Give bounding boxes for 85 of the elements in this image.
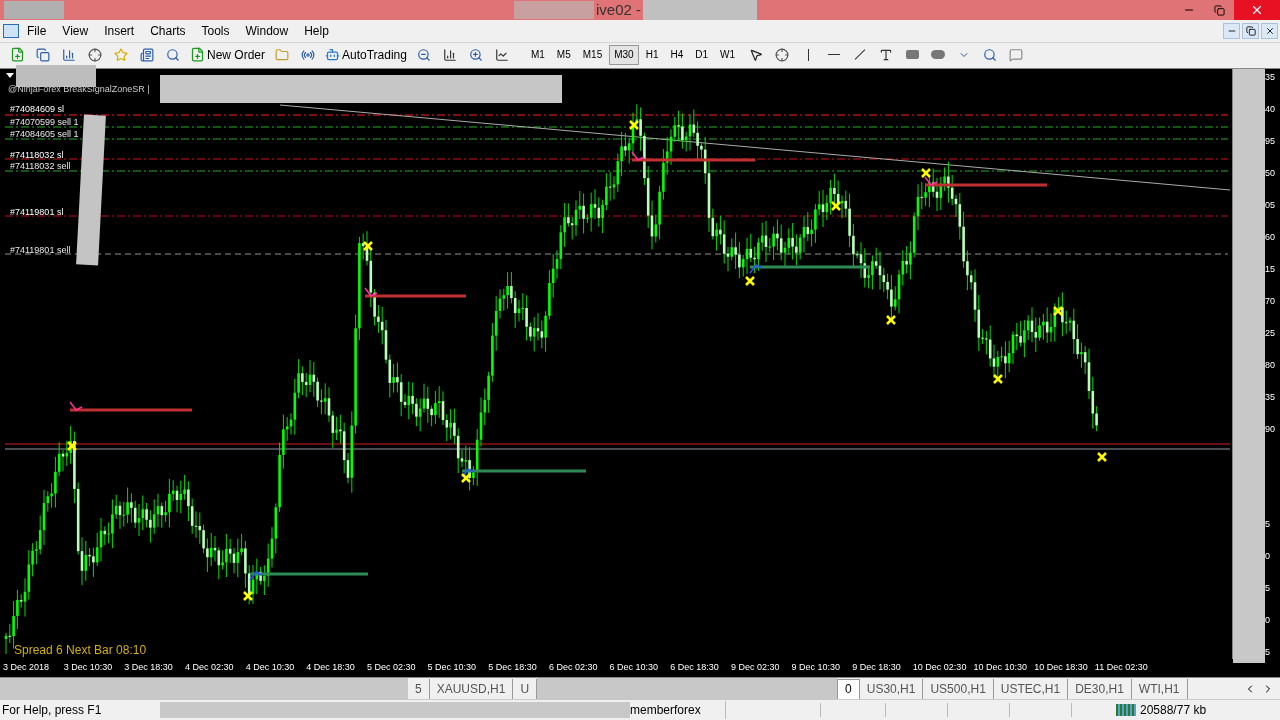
timeframe-button[interactable]: M5 xyxy=(551,44,576,65)
menu-item[interactable]: View xyxy=(54,21,97,41)
price-tick-label: 15 xyxy=(1265,263,1275,276)
close-icon xyxy=(1250,3,1264,17)
price-tick-label: 0 xyxy=(1265,550,1270,563)
price-tick-label: 5 xyxy=(1265,518,1270,531)
time-tick-label: 5 Dec 02:30 xyxy=(366,661,417,675)
chart-tab[interactable]: 0 xyxy=(837,678,860,699)
menu-item[interactable]: Insert xyxy=(96,21,143,41)
sell-order-label: #74070599 sell 1 xyxy=(10,116,79,129)
chart-tab[interactable]: USTEC,H1 xyxy=(993,678,1069,699)
price-tick-label: 40 xyxy=(1265,103,1275,116)
price-tick-label: 0 xyxy=(1265,614,1270,627)
redaction-block xyxy=(4,1,64,19)
new-order-button[interactable]: New Order xyxy=(188,43,267,66)
time-tick-label: 6 Dec 18:30 xyxy=(670,661,720,675)
timeframe-button[interactable]: W1 xyxy=(715,44,741,65)
time-tick-label: 6 Dec 02:30 xyxy=(548,661,599,675)
chart-tab[interactable]: 5 xyxy=(408,678,430,699)
sell-order-label: #74119801 sell xyxy=(10,244,71,257)
timeframe-button[interactable]: M15 xyxy=(577,44,608,65)
chart-tab[interactable]: US500,H1 xyxy=(923,678,994,699)
traffic-text: 20588/77 kb xyxy=(1140,702,1207,719)
price-tick-label: 35 xyxy=(1265,391,1275,404)
timeframe-button[interactable]: H1 xyxy=(640,44,664,65)
timeframe-button[interactable]: M30 xyxy=(609,44,639,65)
restore-icon xyxy=(1245,26,1256,36)
price-tick-label: 80 xyxy=(1265,359,1275,372)
time-tick-label: 4 Dec 18:30 xyxy=(306,661,356,675)
timeframe-button[interactable]: D1 xyxy=(690,44,714,65)
stop-loss-label: #74119801 sl xyxy=(10,206,64,219)
spread-label: Spread 6 Next Bar 08:10 xyxy=(14,642,147,659)
price-tick-label: 5 xyxy=(1265,582,1270,595)
window-title: ive02 - xyxy=(596,0,642,20)
chart-tab[interactable]: WTI,H1 xyxy=(1131,678,1188,699)
time-tick-label: 3 Dec 10:30 xyxy=(63,661,114,675)
time-tick-label: 10 Dec 18:30 xyxy=(1034,661,1089,675)
price-tick-label: 35 xyxy=(1265,71,1275,84)
price-tick-label: 90 xyxy=(1265,423,1275,436)
auto-trading-button[interactable]: AutoTrading xyxy=(323,43,409,66)
time-tick-label: 5 Dec 10:30 xyxy=(427,661,478,675)
time-tick-label: 9 Dec 10:30 xyxy=(791,661,842,675)
stop-loss-label: #74118032 sl xyxy=(10,149,64,162)
timeframe-button[interactable]: H4 xyxy=(665,44,689,65)
stop-loss-label: #74084609 sl xyxy=(10,103,65,116)
sell-order-label: #74084605 sell 1 xyxy=(10,128,79,141)
profile-text: memberforex xyxy=(630,701,726,719)
price-tick-label: 05 xyxy=(1265,199,1275,212)
sell-order-label: #74118032 sell xyxy=(10,160,71,173)
robot-icon xyxy=(325,47,340,62)
time-tick-label: 3 Dec 2018 xyxy=(3,661,51,675)
time-tick-label: 10 Dec 02:30 xyxy=(912,661,968,675)
close-icon xyxy=(1264,26,1275,36)
new-document-icon xyxy=(190,47,205,62)
price-tick-label: 50 xyxy=(1265,167,1275,180)
help-text: For Help, press F1 xyxy=(1,702,103,719)
price-tick-label: 60 xyxy=(1265,231,1275,244)
time-tick-label: 4 Dec 10:30 xyxy=(245,661,296,675)
price-tick-label: 5 xyxy=(1265,646,1270,659)
time-tick-label: 3 Dec 18:30 xyxy=(124,661,174,675)
chart-tab[interactable]: XAUUSD,H1 xyxy=(429,678,514,699)
timeframe-button[interactable]: M1 xyxy=(525,44,550,65)
menu-item[interactable]: Charts xyxy=(142,21,194,41)
chart-tab[interactable]: DE30,H1 xyxy=(1068,678,1132,699)
time-tick-label: 9 Dec 18:30 xyxy=(852,661,902,675)
price-tick-label: 25 xyxy=(1265,327,1275,340)
menu-item[interactable]: Tools xyxy=(193,21,238,41)
restore-icon xyxy=(1213,4,1225,16)
chart-tab[interactable]: US30,H1 xyxy=(859,678,924,699)
child-restore-button[interactable] xyxy=(1242,23,1259,39)
time-tick-label: 11 Dec 02:30 xyxy=(1094,661,1149,675)
time-tick-label: 6 Dec 10:30 xyxy=(609,661,660,675)
time-tick-label: 9 Dec 02:30 xyxy=(730,661,781,675)
time-tick-label: 4 Dec 02:30 xyxy=(184,661,235,675)
price-tick-label: 70 xyxy=(1265,295,1275,308)
menu-item[interactable]: Help xyxy=(296,21,337,41)
connection-bars-icon xyxy=(1116,704,1136,716)
menu-item[interactable]: File xyxy=(19,21,55,41)
app-icon xyxy=(3,24,19,38)
time-tick-label: 10 Dec 10:30 xyxy=(973,661,1029,675)
time-tick-label: 5 Dec 18:30 xyxy=(488,661,538,675)
menu-item[interactable]: Window xyxy=(237,21,297,41)
price-tick-label: 95 xyxy=(1265,135,1275,148)
indicator-label: @NinjaForex BreakSignalZoneSR | xyxy=(8,83,150,96)
child-close-button[interactable] xyxy=(1261,23,1278,39)
